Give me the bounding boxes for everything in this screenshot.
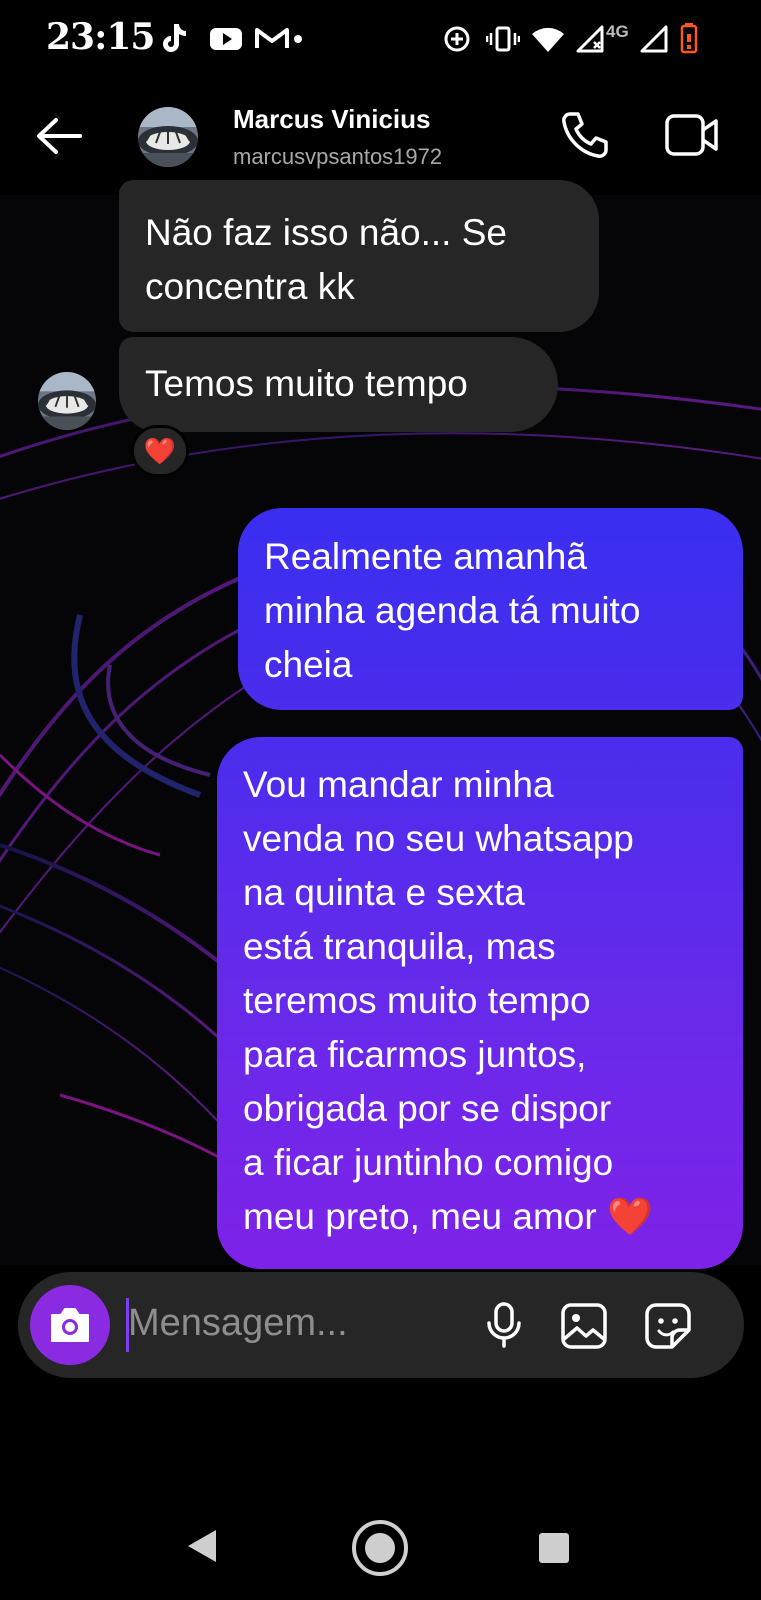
stadium-avatar-image: [138, 107, 198, 167]
signal-icon: [640, 25, 668, 53]
message-received[interactable]: Não faz isso não... Se concentra kk: [119, 180, 599, 332]
message-line: concentra kk: [145, 266, 355, 307]
message-line: Realmente amanhã: [264, 536, 587, 577]
vibrate-icon: [486, 26, 520, 52]
message-line: Vou mandar minha: [243, 764, 554, 805]
message-line: meu preto, meu amor ❤️: [243, 1196, 654, 1237]
tiktok-icon: [163, 24, 186, 52]
video-call-icon[interactable]: [664, 112, 720, 158]
network-type-label: 4G: [606, 22, 629, 41]
message-line: cheia: [264, 644, 353, 685]
gallery-icon[interactable]: [560, 1302, 608, 1350]
message-received[interactable]: Temos muito tempo: [119, 337, 558, 432]
sticker-icon[interactable]: [644, 1302, 692, 1350]
chat-header: Marcus Vinicius marcusvpsantos1972: [0, 80, 761, 195]
message-line: Temos muito tempo: [145, 363, 468, 404]
status-bar: 23:15 4G: [0, 0, 761, 80]
contact-name[interactable]: Marcus Vinicius: [233, 104, 431, 135]
message-line: obrigada por se dispor: [243, 1088, 612, 1129]
status-time: 23:15: [46, 16, 155, 58]
message-composer: Mensagem...: [18, 1272, 744, 1378]
nav-recents-icon[interactable]: [537, 1531, 571, 1565]
message-line: para ficarmos juntos,: [243, 1034, 587, 1075]
microphone-icon[interactable]: [484, 1301, 524, 1349]
battery-low-icon: [680, 23, 698, 54]
message-input[interactable]: Mensagem...: [128, 1302, 348, 1345]
message-line: a ficar juntinho comigo: [243, 1142, 614, 1183]
camera-icon: [51, 1308, 89, 1342]
message-line: teremos muito tempo: [243, 980, 591, 1021]
contact-avatar[interactable]: [138, 107, 198, 167]
youtube-icon: [210, 28, 242, 50]
message-line: na quinta e sexta: [243, 872, 525, 913]
message-sent[interactable]: Realmente amanhã minha agenda tá muito c…: [238, 508, 743, 710]
data-saver-icon: [444, 26, 470, 52]
contact-username[interactable]: marcusvpsantos1972: [233, 144, 442, 170]
signal-no-service-icon: [576, 25, 604, 53]
phone-call-icon[interactable]: [560, 110, 610, 160]
notification-dot-icon: [294, 35, 302, 43]
message-line: venda no seu whatsapp: [243, 818, 634, 859]
message-sent[interactable]: Vou mandar minha venda no seu whatsapp n…: [217, 737, 743, 1269]
nav-back-icon[interactable]: [184, 1526, 220, 1566]
heart-reaction[interactable]: ❤️: [131, 425, 189, 477]
message-line: minha agenda tá muito: [264, 590, 641, 631]
stadium-avatar-image: [38, 372, 96, 430]
wifi-icon: [532, 27, 564, 52]
system-navigation-bar: [0, 1500, 761, 1600]
back-arrow-icon[interactable]: [34, 116, 82, 156]
camera-button[interactable]: [30, 1285, 110, 1365]
nav-home-icon[interactable]: [350, 1518, 410, 1578]
sender-avatar[interactable]: [38, 372, 96, 430]
message-line: está tranquila, mas: [243, 926, 556, 967]
gmail-icon: [255, 28, 289, 48]
message-line: Não faz isso não... Se: [145, 212, 507, 253]
heart-reaction-emoji: ❤️: [143, 436, 177, 466]
